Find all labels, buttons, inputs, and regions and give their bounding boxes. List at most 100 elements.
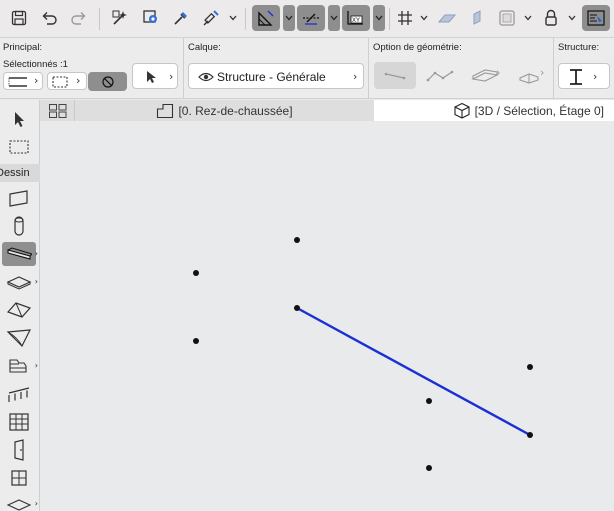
view-tab-bar: [0. Rez-de-chaussée] [3D / Sélection, Ét… [0, 100, 614, 121]
marquee-type-dropdown[interactable]: › [47, 72, 87, 90]
curtain-wall-icon[interactable] [2, 410, 36, 434]
edit-selection-icon[interactable] [138, 5, 164, 31]
chevron-down-icon[interactable] [227, 5, 239, 31]
snap-guides-icon[interactable] [297, 5, 325, 31]
chevron-down-icon[interactable] [522, 5, 534, 31]
profile-shape-icon [519, 72, 539, 84]
infobox-divider [368, 38, 369, 99]
hotspot-point[interactable] [426, 398, 432, 404]
chevron-right-icon: › [353, 70, 358, 83]
slab-icon[interactable]: › [2, 270, 38, 294]
chevron-down-icon[interactable] [418, 5, 430, 31]
arrow-tool-dropdown[interactable]: › [132, 63, 178, 89]
toolbox: Dessin › › › › [0, 100, 40, 511]
hotspot-point[interactable] [527, 364, 533, 370]
principal-label: Principal: [3, 42, 43, 53]
arrow-pointer-icon [147, 71, 156, 83]
tab-floor-plan[interactable]: [0. Rez-de-chaussée] [76, 100, 373, 121]
beam-icon[interactable]: › [2, 242, 38, 266]
layer-name: Structure - Générale [217, 70, 326, 84]
redo-icon[interactable] [66, 5, 92, 31]
polyline-geometry-button[interactable] [420, 62, 460, 89]
railing-icon[interactable] [2, 382, 36, 406]
element-selection-dropdown[interactable]: › [3, 72, 43, 90]
toolbar-divider [245, 8, 246, 30]
main-toolbar: XY [0, 0, 614, 38]
3d-view-canvas[interactable] [41, 121, 614, 511]
roof-icon[interactable] [2, 298, 36, 322]
chevron-down-icon[interactable] [283, 5, 295, 31]
vertical-plane-icon[interactable] [464, 5, 490, 31]
polyline-icon [426, 70, 454, 81]
door-icon[interactable] [2, 438, 36, 462]
lock-icon[interactable] [538, 5, 564, 31]
infobox-divider [553, 38, 554, 99]
stair-icon[interactable]: › [2, 354, 38, 378]
pick-up-eyedropper-icon[interactable] [168, 5, 194, 31]
hotspot-point[interactable] [193, 270, 199, 276]
chevron-down-icon[interactable] [566, 5, 578, 31]
structure-type-dropdown[interactable]: › [558, 63, 610, 89]
3d-cutaway-icon[interactable] [494, 5, 520, 31]
chevron-down-icon[interactable] [328, 5, 340, 31]
hotspot-point[interactable] [294, 237, 300, 243]
magic-wand-icon[interactable] [107, 5, 133, 31]
hotspot-point[interactable] [193, 338, 199, 344]
geometry-label: Option de géométrie: [373, 42, 462, 53]
inject-syringe-icon[interactable] [198, 5, 224, 31]
chevron-right-icon: › [496, 66, 501, 79]
floor-plan-icon [157, 103, 174, 118]
magic-selection-button[interactable] [88, 72, 127, 91]
grid-snap-icon[interactable] [392, 5, 418, 31]
3d-viewport[interactable] [41, 121, 614, 511]
beam-start-point[interactable] [294, 305, 300, 311]
renovation-icon[interactable] [582, 5, 610, 31]
plane-icon[interactable] [434, 5, 460, 31]
selection-count: Sélectionnés :1 [3, 59, 68, 70]
chevron-down-icon[interactable] [373, 5, 385, 31]
chevron-right-icon: › [34, 74, 39, 87]
tab-floor-plan-label: [0. Rez-de-chaussée] [178, 103, 293, 118]
layer-dropdown[interactable]: Structure - Générale › [188, 63, 364, 89]
infobox-divider [183, 38, 184, 99]
straight-beam-geometry-button[interactable] [374, 62, 416, 89]
grid-view-icon [48, 103, 66, 118]
navigator-toggle[interactable] [41, 100, 75, 121]
beam-end-point[interactable] [527, 432, 533, 438]
save-icon[interactable] [6, 5, 32, 31]
chevron-right-icon: › [593, 70, 598, 83]
tab-3d-view[interactable]: [3D / Sélection, Étage 0] [374, 100, 614, 121]
more-tools-icon: › [34, 249, 38, 258]
straight-line-icon [384, 72, 406, 79]
ruler-hand-icon [101, 75, 114, 88]
selected-beam-line[interactable] [296, 306, 531, 437]
structure-label: Structure: [558, 42, 600, 53]
info-box: Principal: Sélectionnés :1 › › › Calque:… [0, 38, 614, 99]
coordinates-xy-icon[interactable]: XY [342, 5, 370, 31]
toolbar-divider [99, 8, 100, 30]
hotspot-point[interactable] [426, 465, 432, 471]
chevron-right-icon: › [76, 74, 81, 87]
i-beam-icon [570, 69, 582, 85]
arrow-selection-icon[interactable] [2, 107, 36, 131]
calque-label: Calque: [188, 42, 221, 53]
guide-lines-icon[interactable] [252, 5, 280, 31]
marquee-icon[interactable] [2, 135, 36, 159]
skylight-icon[interactable]: › [2, 492, 38, 511]
dashed-rect-icon [52, 76, 68, 88]
toolbar-divider [389, 8, 390, 30]
selection-rect-icon [8, 77, 27, 87]
column-icon[interactable] [2, 214, 36, 238]
wall-icon[interactable] [2, 186, 36, 210]
more-tools-icon: › [34, 361, 38, 370]
undo-icon[interactable] [36, 5, 62, 31]
chevron-right-icon: › [540, 66, 545, 79]
eye-icon [198, 72, 214, 82]
window-icon[interactable] [2, 466, 36, 490]
profile-geometry-button[interactable]: › [508, 62, 550, 89]
slanted-geometry-button[interactable]: › [464, 62, 506, 89]
svg-text:XY: XY [352, 18, 360, 24]
shell-icon[interactable] [2, 326, 36, 350]
more-tools-icon: › [34, 499, 38, 508]
toolbox-section-label[interactable]: Dessin [0, 164, 40, 182]
